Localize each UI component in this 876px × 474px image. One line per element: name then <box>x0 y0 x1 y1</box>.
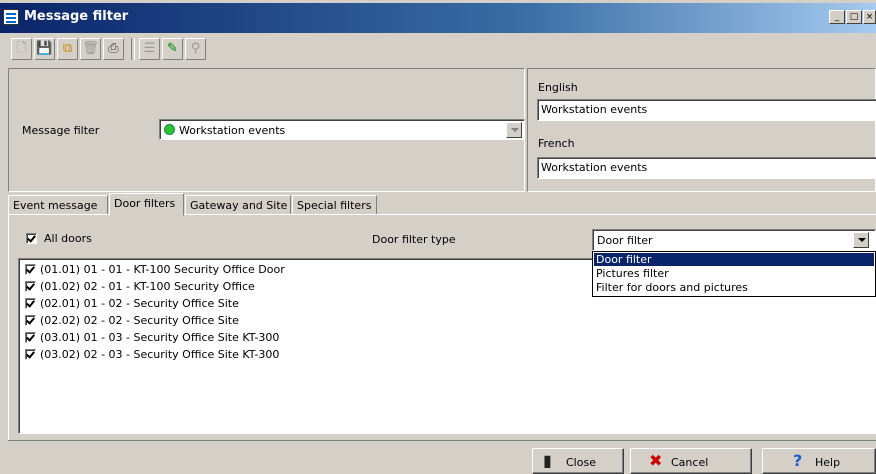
new-icon[interactable]: 🗋 <box>11 38 32 60</box>
help-icon: ? <box>793 451 803 470</box>
title-bar[interactable]: Message filter _ □ × <box>0 3 876 33</box>
toolbar: 🗋 💾 ⧉ 🗑 ⎙ ☰ ✎ ⚲ <box>9 36 876 66</box>
cancel-button[interactable]: ✖ Cancel <box>630 448 752 474</box>
minimize-button[interactable]: _ <box>829 10 845 24</box>
french-label: French <box>538 137 575 150</box>
door-filter-type-select[interactable]: Door filter <box>592 229 876 251</box>
message-filter-window: Message filter _ □ × 🗋 💾 ⧉ 🗑 ⎙ ☰ ✎ ⚲ Mes… <box>0 0 876 474</box>
maximize-button[interactable]: □ <box>846 10 862 24</box>
chevron-down-icon[interactable] <box>853 232 869 248</box>
dropdown-option-door-filter[interactable]: Door filter <box>594 253 874 266</box>
english-label: English <box>538 81 578 94</box>
french-field[interactable]: Workstation events <box>537 157 876 179</box>
door-icon: ▮ <box>543 451 552 470</box>
app-icon <box>3 9 19 25</box>
link-icon[interactable]: ✎ <box>162 38 183 60</box>
door-filter-type-value: Door filter <box>597 234 653 247</box>
print-icon[interactable]: ⎙ <box>103 38 124 60</box>
delete-icon[interactable]: 🗑 <box>80 38 101 60</box>
message-filter-label: Message filter <box>22 124 100 137</box>
door-filter-type-dropdown: Door filter Pictures filter Filter for d… <box>592 251 876 297</box>
tab-event-message[interactable]: Event message <box>8 195 108 215</box>
dropdown-option-doors-and-pictures[interactable]: Filter for doors and pictures <box>594 281 874 294</box>
all-doors-label: All doors <box>44 232 92 245</box>
active-status-icon <box>164 124 175 135</box>
window-title: Message filter <box>24 9 129 24</box>
all-doors-checkbox[interactable] <box>26 233 37 244</box>
door-checkbox[interactable] <box>25 264 36 275</box>
close-button[interactable]: ▮ Close <box>532 448 624 474</box>
chevron-down-icon[interactable] <box>506 122 522 138</box>
door-checkbox[interactable] <box>25 332 36 343</box>
binoculars-icon[interactable]: ⚲ <box>185 38 206 60</box>
save-icon[interactable]: 💾 <box>34 38 55 60</box>
door-filter-type-label: Door filter type <box>372 233 456 246</box>
toolbar-separator <box>131 38 135 60</box>
message-filter-combo[interactable]: Workstation events <box>159 119 525 140</box>
tab-door-filters[interactable]: Door filters <box>109 193 184 216</box>
dropdown-option-pictures-filter[interactable]: Pictures filter <box>594 267 874 280</box>
cancel-icon: ✖ <box>649 451 663 470</box>
door-checkbox[interactable] <box>25 349 36 360</box>
close-window-button[interactable]: × <box>863 10 876 24</box>
door-checkbox[interactable] <box>25 315 36 326</box>
message-filter-value: Workstation events <box>179 124 286 137</box>
copy-icon[interactable]: ⧉ <box>57 38 78 60</box>
help-button[interactable]: ? Help <box>762 448 876 474</box>
filter-panel: Message filter Workstation events <box>8 68 525 192</box>
tab-special-filters[interactable]: Special filters <box>292 195 377 215</box>
door-checkbox[interactable] <box>25 281 36 292</box>
door-checkbox[interactable] <box>25 298 36 309</box>
tab-gateway-and-site[interactable]: Gateway and Site <box>185 195 291 215</box>
language-panel: English Workstation events French Workst… <box>527 68 876 192</box>
list-icon[interactable]: ☰ <box>139 38 160 60</box>
english-field[interactable]: Workstation events <box>537 99 876 121</box>
